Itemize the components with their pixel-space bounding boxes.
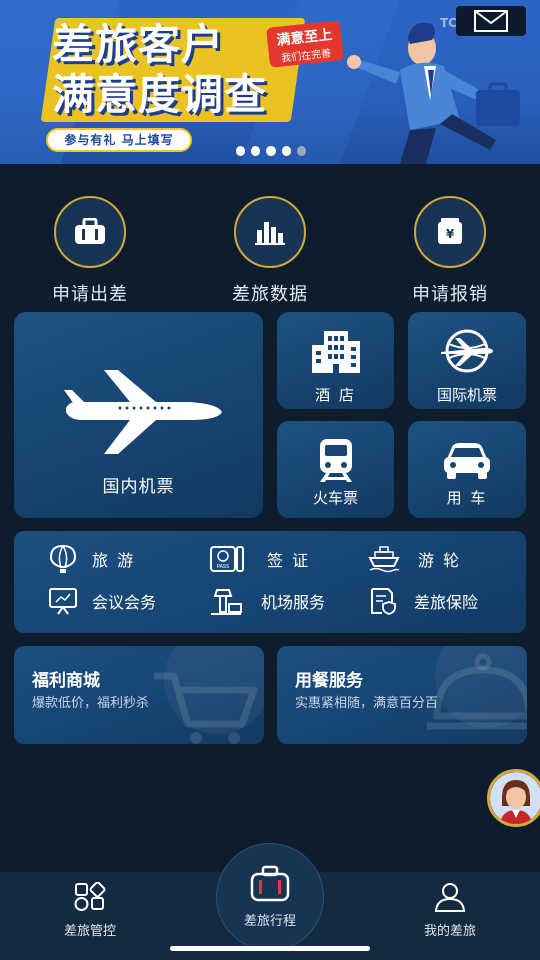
insurance-service[interactable]: 差旅保险 [368, 586, 478, 616]
grid-shapes-icon [74, 881, 106, 911]
services-panel: 旅 游 PASS 签 证 游 轮 会议会务 机场服务 差旅保险 [14, 531, 526, 633]
tourism-service[interactable]: 旅 游 [48, 544, 135, 574]
nav-itinerary-label: 差旅行程 [243, 914, 296, 929]
reimbursement-label: 申请报销 [412, 284, 488, 305]
briefcase-icon [75, 218, 105, 244]
presentation-board-icon [49, 588, 77, 615]
cruise-service[interactable]: 游 轮 [368, 544, 461, 574]
travel-data-label: 差旅数据 [232, 284, 308, 305]
airport-service[interactable]: 机场服务 [209, 586, 325, 616]
cruise-label: 游 轮 [418, 551, 462, 570]
carousel-dot[interactable] [236, 146, 246, 156]
car-tile[interactable]: 用 车 [408, 421, 526, 518]
reimbursement-icon-ring: ¥ [414, 196, 486, 268]
globe-plane-icon [441, 329, 493, 373]
luggage-icon [250, 865, 290, 902]
carousel-dot[interactable] [266, 146, 276, 156]
dining-service-title: 用餐服务 [295, 671, 363, 691]
nav-travel-control[interactable]: 差旅管控 [30, 881, 150, 939]
apply-reimbursement-button[interactable]: ¥ 申请报销 [370, 196, 530, 305]
nav-travel-control-label: 差旅管控 [63, 924, 116, 939]
nav-my-travel[interactable]: 我的差旅 [390, 882, 510, 939]
welfare-mall-subtitle: 爆款低价，福利秒杀 [32, 696, 150, 711]
apply-trip-icon-ring [54, 196, 126, 268]
domestic-flight-label: 国内机票 [102, 477, 175, 497]
international-flight-tile[interactable]: 国际机票 [408, 312, 526, 409]
international-flight-label: 国际机票 [436, 386, 497, 404]
yen-wallet-icon: ¥ [438, 218, 462, 244]
apply-trip-label: 申请出差 [52, 284, 128, 305]
meeting-label: 会议会务 [92, 593, 157, 612]
visa-service[interactable]: PASS 签 证 [209, 544, 310, 574]
balloon-icon [49, 544, 77, 573]
airplane-icon [64, 370, 222, 454]
visa-label: 签 证 [267, 551, 311, 570]
carousel-indicator [236, 146, 307, 156]
train-tile[interactable]: 火车票 [277, 421, 394, 518]
travel-data-icon-ring [234, 196, 306, 268]
train-icon [320, 439, 352, 482]
customer-service-avatar[interactable] [487, 769, 540, 827]
mail-icon [474, 10, 508, 32]
cruise-ship-icon [368, 546, 400, 573]
svg-text:PASS: PASS [217, 564, 229, 570]
bar-chart-icon [255, 222, 285, 245]
banner-stamp: 满意至上 我们在完善 [266, 20, 344, 68]
domestic-flight-tile[interactable]: 国内机票 [14, 312, 263, 518]
passport-icon: PASS [210, 546, 244, 572]
assistant-avatar-icon [490, 772, 540, 824]
nav-my-travel-label: 我的差旅 [423, 924, 476, 939]
hotel-building-icon [312, 331, 360, 373]
dining-service-card[interactable]: 用餐服务 实惠紧相随，满意百分百 [277, 646, 527, 744]
survey-banner[interactable]: 差旅客户 满意度调查 满意至上 我们在完善 参与有礼 马上填写 TC 差旅天下 [0, 0, 540, 164]
home-indicator[interactable] [170, 946, 370, 951]
meeting-service[interactable]: 会议会务 [48, 586, 156, 616]
car-label: 用 车 [446, 489, 488, 507]
survey-cta-pill[interactable]: 参与有礼 马上填写 [46, 128, 192, 152]
car-icon [444, 443, 490, 479]
welfare-mall-title: 福利商城 [32, 671, 100, 691]
hotel-label: 酒 店 [315, 386, 356, 404]
message-button[interactable] [456, 6, 526, 36]
welfare-mall-card[interactable]: 福利商城 爆款低价，福利秒杀 [14, 646, 264, 744]
nav-itinerary[interactable]: 差旅行程 [216, 843, 324, 951]
control-tower-icon [211, 589, 242, 615]
hotel-tile[interactable]: 酒 店 [277, 312, 394, 409]
tourism-label: 旅 游 [92, 551, 136, 570]
train-label: 火车票 [312, 489, 358, 507]
apply-trip-button[interactable]: 申请出差 [10, 196, 170, 305]
carousel-dot-active[interactable] [296, 146, 307, 156]
travel-data-button[interactable]: 差旅数据 [190, 196, 350, 305]
user-profile-icon [434, 883, 466, 912]
insurance-document-icon [371, 588, 396, 615]
airport-service-label: 机场服务 [261, 593, 326, 612]
dining-service-subtitle: 实惠紧相随，满意百分百 [295, 696, 439, 711]
carousel-dot[interactable] [281, 146, 291, 156]
banner-title-line2: 满意度调查 [52, 70, 268, 119]
svg-text:¥: ¥ [446, 227, 455, 241]
insurance-label: 差旅保险 [414, 593, 479, 612]
carousel-dot[interactable] [251, 146, 261, 156]
